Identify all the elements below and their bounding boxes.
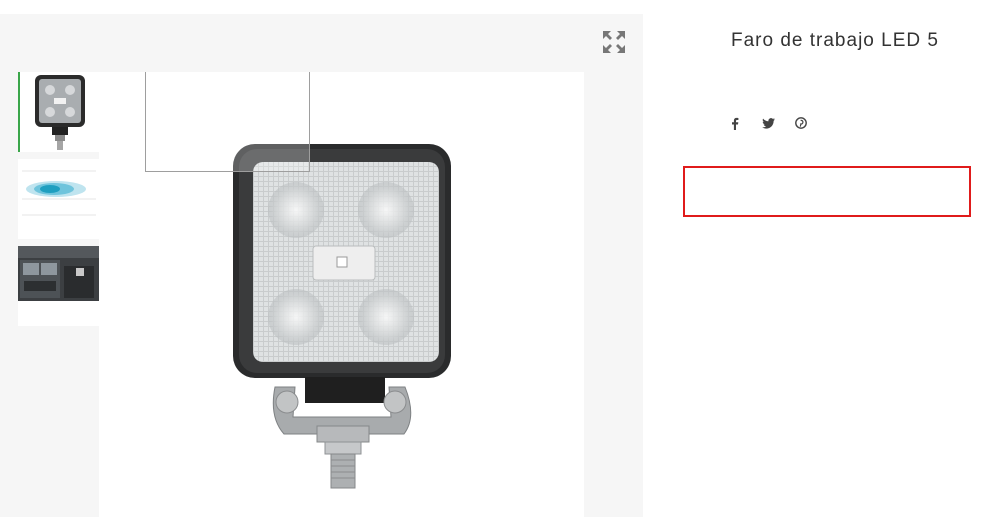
expand-icon[interactable] xyxy=(602,30,626,54)
thumbnail-truck-mounted-light[interactable] xyxy=(18,246,99,326)
pinterest-icon[interactable] xyxy=(792,114,810,132)
main-product-image[interactable] xyxy=(99,72,584,517)
product-title: Faro de trabajo LED 5 xyxy=(731,30,939,51)
facebook-icon[interactable] xyxy=(726,114,744,132)
thumbnail-beam-pattern-diagram[interactable] xyxy=(18,159,99,239)
thumbnail-list xyxy=(18,72,99,333)
share-links xyxy=(726,114,810,132)
highlighted-region xyxy=(683,166,971,217)
twitter-icon[interactable] xyxy=(759,114,777,132)
thumbnail-work-light-front[interactable] xyxy=(18,72,99,152)
